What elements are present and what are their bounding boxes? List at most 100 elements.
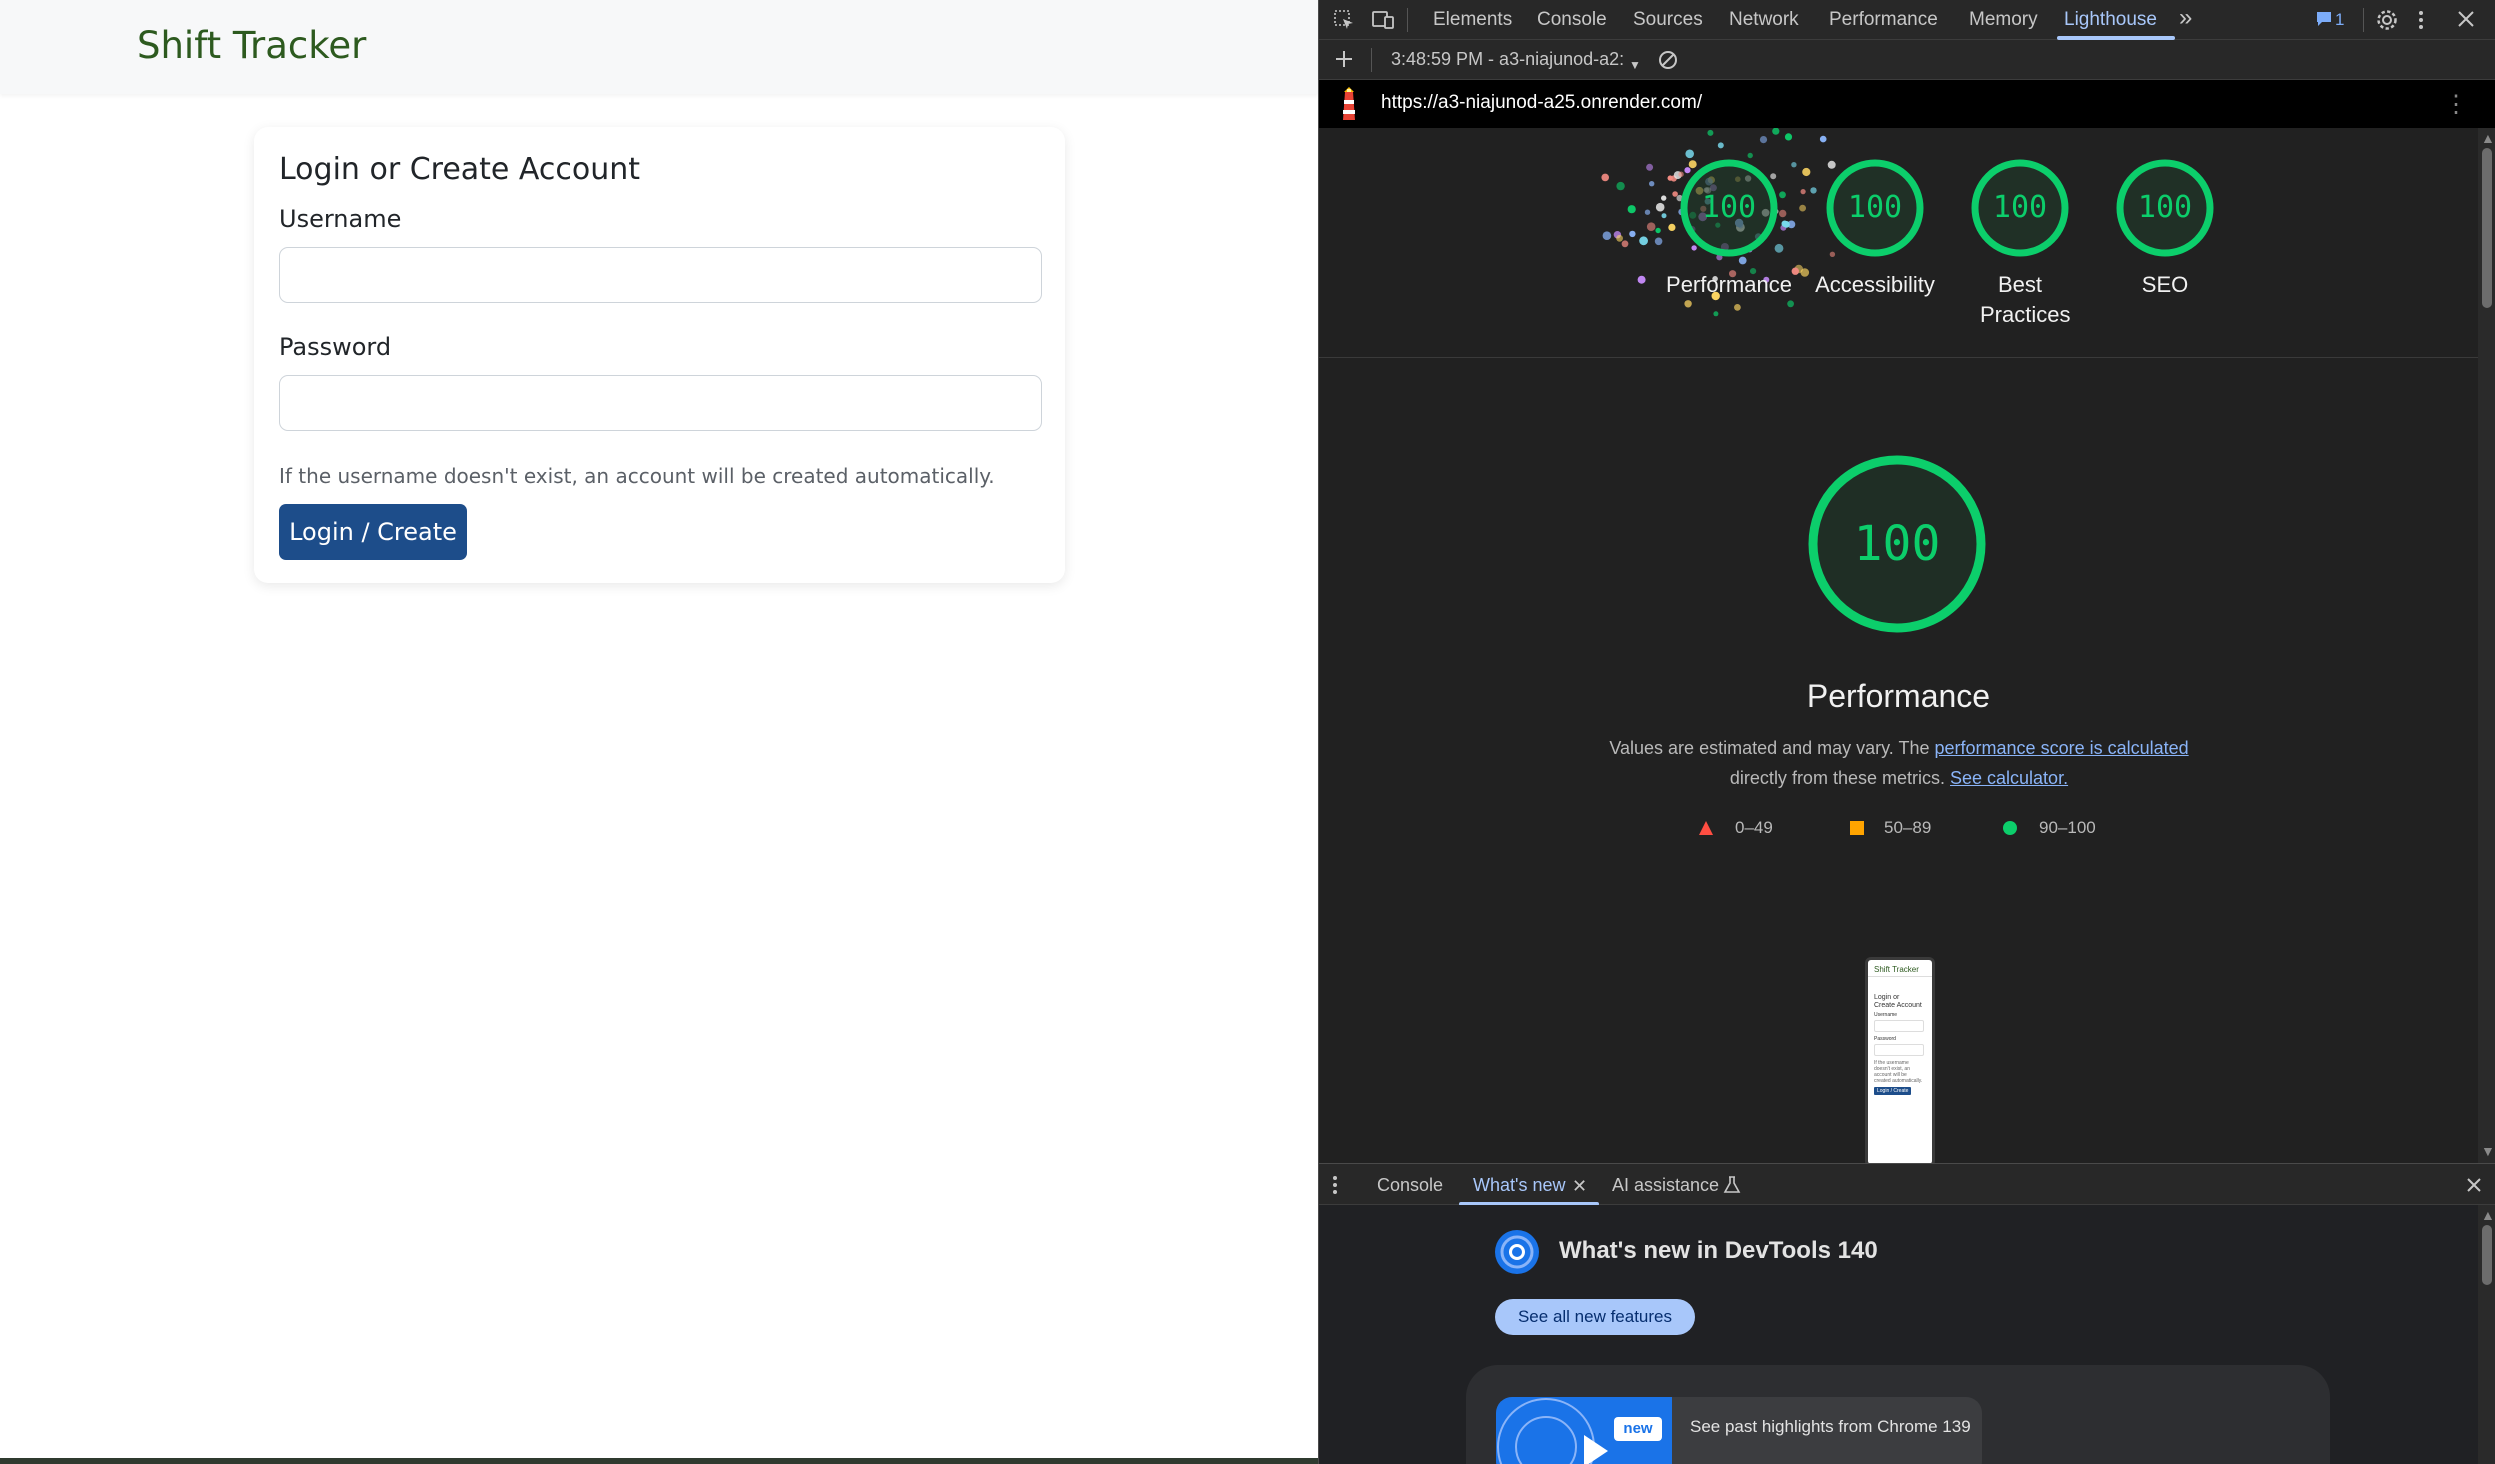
scrollbar-thumb[interactable] — [2482, 148, 2492, 308]
more-tabs-icon[interactable]: » — [2179, 6, 2192, 30]
drawer-tab-whats-new[interactable]: What's new — [1473, 1164, 1565, 1206]
gauge-best-practices[interactable]: 100 — [1970, 158, 2070, 258]
confetti-dot — [1667, 175, 1673, 181]
site-header: Shift Tracker — [0, 0, 1318, 94]
performance-title: Performance — [1806, 678, 1991, 714]
toolbar-divider — [2363, 8, 2364, 32]
section-divider — [1319, 357, 2478, 358]
issues-count[interactable]: 1 — [2335, 0, 2344, 40]
thumb-title: Login or — [1874, 994, 1900, 1001]
page-screenshot-thumbnail[interactable]: Shift Tracker Login or Create Account Us… — [1865, 957, 1935, 1163]
confetti-dot — [1672, 191, 1678, 197]
see-calculator-link[interactable]: See calculator. — [1950, 768, 2068, 788]
close-drawer-icon[interactable] — [2463, 1174, 2485, 1200]
gauge-score: 100 — [1847, 190, 1903, 225]
confetti-dot — [1646, 222, 1656, 231]
confetti-dot — [1684, 300, 1692, 308]
drawer-tab-ai-assistance[interactable]: AI assistance — [1612, 1164, 1719, 1206]
scroll-up-icon[interactable]: ▲ — [2481, 130, 2495, 146]
login-card: Login or Create Account Username Passwor… — [254, 127, 1065, 583]
thumb-brand: Shift Tracker — [1874, 965, 1919, 974]
confetti-dot — [1734, 304, 1741, 311]
thumb-help: created automatically. — [1874, 1078, 1923, 1084]
device-toolbar-icon[interactable] — [1371, 9, 1395, 35]
confetti-dot — [1707, 129, 1714, 136]
kebab-menu-icon[interactable] — [2417, 8, 2425, 36]
highlight-thumbnail: new — [1496, 1397, 1672, 1464]
highlight-text: See past highlights from Chrome 139 — [1690, 1417, 1971, 1436]
tab-elements[interactable]: Elements — [1433, 0, 1512, 40]
thumb-input — [1874, 1044, 1924, 1056]
brand-title[interactable]: Shift Tracker — [137, 24, 366, 67]
inspect-element-icon[interactable] — [1333, 9, 1355, 35]
username-input[interactable] — [279, 247, 1042, 303]
confetti-dot — [1655, 227, 1661, 234]
thumb-input — [1874, 1020, 1924, 1032]
legend-pass: 90–100 — [2039, 818, 2096, 837]
fail-triangle-icon — [1699, 821, 1713, 835]
flask-icon — [1723, 1175, 1741, 1199]
performance-big-gauge: 100 — [1806, 453, 1988, 635]
tab-performance[interactable]: Performance — [1829, 0, 1938, 40]
confetti-dot — [1616, 234, 1623, 242]
report-menu-icon[interactable]: ⋮ — [2444, 90, 2468, 119]
issues-icon[interactable] — [2315, 9, 2333, 33]
confetti-dot — [1601, 173, 1609, 182]
report-scrollbar[interactable]: ▲ ▼ — [2478, 128, 2495, 1163]
thumb-password: Password — [1874, 1036, 1896, 1042]
gauge-label: SEO — [2141, 272, 2189, 297]
confetti-dot — [1787, 300, 1794, 308]
new-report-icon[interactable] — [1333, 48, 1355, 74]
performance-score: 100 — [1853, 516, 1941, 572]
confetti-dot — [1759, 136, 1768, 144]
see-all-features-button[interactable]: See all new features — [1495, 1299, 1695, 1335]
confetti-dot — [1685, 149, 1694, 159]
confetti-dot — [1639, 236, 1648, 246]
drawer-scrollbar[interactable]: ▲ — [2478, 1205, 2495, 1464]
tab-memory[interactable]: Memory — [1969, 0, 2038, 40]
report-url[interactable]: https://a3-niajunod-a25.onrender.com/ — [1381, 92, 1702, 114]
scrollbar-thumb[interactable] — [2482, 1225, 2492, 1285]
whats-new-title: What's new in DevTools 140 — [1559, 1237, 1878, 1264]
gauge-score: 100 — [1701, 190, 1757, 225]
legend-average: 50–89 — [1884, 818, 1932, 837]
confetti-dot — [1717, 142, 1724, 149]
confetti-dot — [1668, 223, 1676, 231]
confetti-dot — [1772, 128, 1780, 135]
scroll-up-icon[interactable]: ▲ — [2481, 1207, 2495, 1223]
scroll-down-icon[interactable]: ▼ — [2481, 1143, 2495, 1159]
clear-all-icon[interactable] — [1657, 49, 1679, 75]
bottom-border — [0, 1458, 1318, 1464]
devtools-panel: Elements Console Sources Network Perform… — [1318, 0, 2495, 1464]
chevron-down-icon[interactable]: ▼ — [1629, 54, 1641, 76]
confetti-dot — [1799, 204, 1806, 212]
score-calculated-link[interactable]: performance score is calculated — [1935, 738, 2189, 758]
report-selector[interactable]: 3:48:59 PM - a3-niajunod-a2: — [1391, 49, 1624, 70]
tab-console[interactable]: Console — [1537, 0, 1607, 40]
description-text: Values are estimated and may vary. The — [1609, 738, 1935, 758]
drawer-menu-icon[interactable] — [1331, 1174, 1339, 1200]
past-highlights-card[interactable]: new See past highlights from Chrome 139 — [1496, 1397, 1982, 1464]
gauge-seo[interactable]: 100 — [2115, 158, 2215, 258]
tab-network[interactable]: Network — [1729, 0, 1799, 40]
tab-sources[interactable]: Sources — [1633, 0, 1703, 40]
confetti-dot — [1791, 162, 1797, 168]
confetti-dot — [1779, 191, 1786, 199]
confetti-dot — [1646, 163, 1654, 171]
login-create-button[interactable]: Login / Create — [279, 504, 467, 560]
close-tab-icon[interactable]: ✕ — [1572, 1175, 1587, 1197]
card-title: Login or Create Account — [279, 152, 641, 187]
confetti-dot — [1602, 231, 1612, 240]
tab-lighthouse[interactable]: Lighthouse — [2064, 0, 2157, 40]
gauge-performance[interactable]: 100 — [1679, 158, 1779, 258]
password-input[interactable] — [279, 375, 1042, 431]
gauge-accessibility[interactable]: 100 — [1825, 158, 1925, 258]
report-url-bar: https://a3-niajunod-a25.onrender.com/ ⋮ — [1319, 80, 2495, 128]
thumb-divider — [1868, 976, 1932, 977]
confetti-dot — [1654, 237, 1663, 246]
drawer-tab-console[interactable]: Console — [1377, 1164, 1443, 1206]
gauge-label-text: Best Practices — [1980, 272, 2071, 327]
close-devtools-icon[interactable] — [2455, 8, 2477, 34]
settings-gear-icon[interactable] — [2375, 8, 2399, 36]
confetti-dot — [1802, 167, 1811, 177]
